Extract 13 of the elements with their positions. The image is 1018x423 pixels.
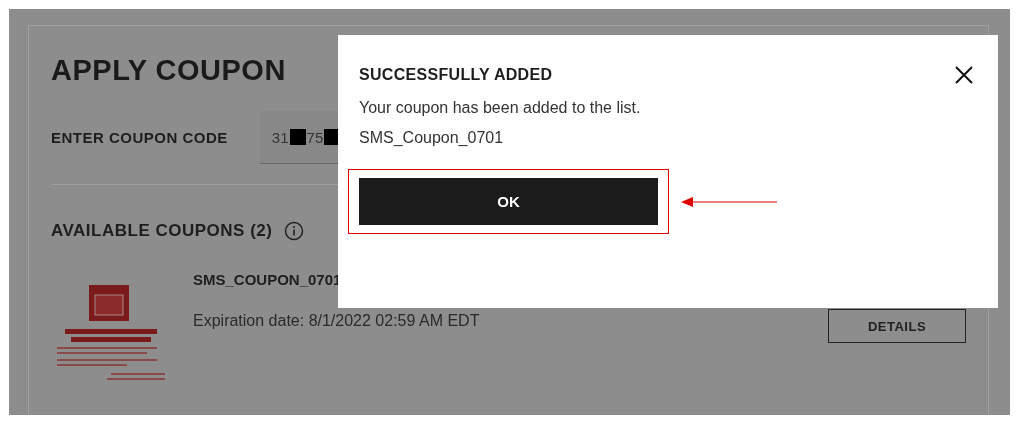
coupon-name: SMS_COUPON_0701: [193, 271, 343, 288]
expiration-date: Expiration date: 8/1/2022 02:59 AM EDT: [193, 312, 481, 330]
field-label: ENTER COUPON CODE: [51, 129, 228, 146]
coupon-name: SMS_Coupon_0701: [359, 129, 505, 147]
section-title: AVAILABLE COUPONS (2): [51, 221, 273, 241]
close-icon[interactable]: [954, 65, 974, 85]
page-title: APPLY COUPON: [51, 54, 286, 87]
ok-button[interactable]: OK: [359, 178, 658, 225]
dialog-message: Your coupon has been added to the list.: [359, 99, 642, 117]
details-button[interactable]: DETAILS: [828, 309, 966, 343]
dialog-title: SUCCESSFULLY ADDED: [359, 66, 553, 84]
info-icon[interactable]: [284, 221, 305, 241]
arrow-icon: [681, 195, 777, 208]
